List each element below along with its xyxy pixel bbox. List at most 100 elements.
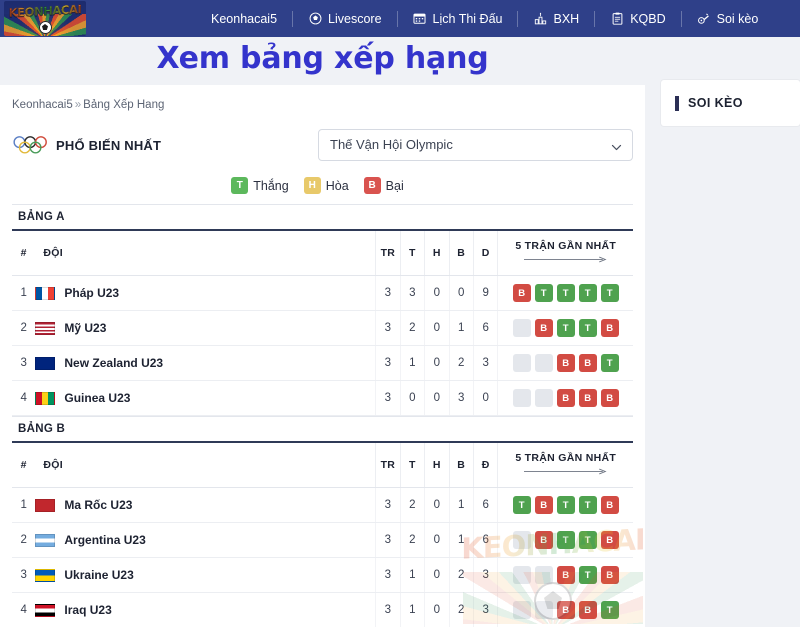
column-header-rank: # bbox=[12, 231, 36, 276]
cell-won: 1 bbox=[399, 557, 425, 593]
right-sidebar: SOI KÈO bbox=[645, 37, 800, 126]
cell-rank: 3 bbox=[12, 345, 36, 381]
team-name: Pháp U23 bbox=[64, 286, 120, 300]
cell-lost: 1 bbox=[448, 522, 474, 558]
cell-recent-form: TBTTB bbox=[497, 487, 633, 523]
tournament-select[interactable]: Thế Vận Hội Olympic bbox=[318, 129, 633, 161]
nav-label: Keonhacai5 bbox=[211, 11, 278, 26]
form-badge-B: B bbox=[556, 354, 575, 372]
cell-team[interactable]: Pháp U23 bbox=[35, 275, 376, 311]
nav-label: KQBD bbox=[630, 11, 666, 26]
cell-won: 1 bbox=[399, 345, 425, 381]
cell-rank: 4 bbox=[12, 592, 36, 627]
cell-recent-form: BBB bbox=[497, 380, 633, 416]
cell-drawn: 0 bbox=[424, 275, 450, 311]
cell-team[interactable]: Guinea U23 bbox=[35, 380, 376, 416]
form-badge-empty bbox=[512, 319, 531, 337]
table-row[interactable]: 3 Ukraine U23 3 1 0 2 3 B T B bbox=[12, 557, 633, 593]
nav-item-bxh[interactable]: BXH bbox=[518, 12, 594, 26]
standings-table: # ĐỘI TR T H B D 5 TRẬN GẦN NHẤT 1 Pháp U23 3 3 0 0 9 B… bbox=[12, 231, 633, 416]
form-badge-empty bbox=[512, 601, 531, 619]
cell-recent-form: BTB bbox=[497, 557, 633, 593]
team-flag-icon bbox=[35, 568, 56, 582]
cell-played: 3 bbox=[375, 557, 401, 593]
cell-won: 0 bbox=[399, 380, 425, 416]
form-badge-B: B bbox=[534, 531, 553, 549]
table-header-row: # ĐỘI TR T H B Đ 5 TRẬN GẦN NHẤT bbox=[12, 443, 633, 488]
column-header-won: T bbox=[399, 231, 425, 276]
column-header-team: ĐỘI bbox=[35, 231, 376, 276]
form-badge-B: B bbox=[534, 496, 553, 514]
team-flag-icon bbox=[35, 603, 56, 617]
standings-tables: BẢNG A # ĐỘI TR T H B D 5 TRẬN GẦN NHẤT 1 Pháp U23… bbox=[0, 204, 645, 627]
team-flag-icon bbox=[35, 286, 56, 300]
cell-won: 3 bbox=[399, 275, 425, 311]
column-header-recent-form: 5 TRẬN GẦN NHẤT bbox=[497, 443, 633, 488]
whistle-icon bbox=[697, 12, 711, 26]
form-badge-B: B bbox=[600, 319, 619, 337]
cell-played: 3 bbox=[375, 522, 401, 558]
form-badge-T: T bbox=[578, 566, 597, 584]
legend-chip-win: T bbox=[231, 177, 249, 194]
nav-item-livescore[interactable]: Livescore bbox=[293, 12, 397, 26]
breadcrumb-home[interactable]: Keonhacai5 bbox=[12, 99, 73, 111]
nav-item-lich-thi-dau[interactable]: Lịch Thi Đấu bbox=[398, 12, 518, 26]
table-row[interactable]: 4 Iraq U23 3 1 0 2 3 B B T bbox=[12, 592, 633, 627]
standings-table: # ĐỘI TR T H B Đ 5 TRẬN GẦN NHẤT 1 Ma Rốc U23 3 2 0 1… bbox=[12, 443, 633, 627]
form-badge-T: T bbox=[556, 496, 575, 514]
nav-links: Keonhacai5 Livescore Lịch Thi Đấu BXH KQ… bbox=[196, 10, 774, 27]
legend-chip-draw: H bbox=[303, 177, 321, 194]
column-header-lost: B bbox=[448, 231, 474, 276]
page-title: Xem bảng xếp hạng bbox=[156, 41, 489, 76]
cell-points: 9 bbox=[472, 275, 498, 311]
cell-lost: 2 bbox=[448, 345, 474, 381]
top-navigation-bar: KEONHACAI Keonhacai5 Livescore Lịch Thi … bbox=[0, 0, 800, 37]
legend-item-draw: H Hòa bbox=[303, 177, 349, 194]
nav-item-kqbd[interactable]: KQBD bbox=[595, 12, 680, 26]
cell-team[interactable]: Argentina U23 bbox=[35, 522, 376, 558]
cell-lost: 2 bbox=[448, 592, 474, 627]
nav-item-keonhacai5[interactable]: Keonhacai5 bbox=[196, 12, 292, 26]
recent-form-label: 5 TRẬN GẦN NHẤT bbox=[515, 240, 617, 252]
form-badge-B: B bbox=[578, 354, 597, 372]
form-badge-T: T bbox=[600, 284, 619, 302]
cell-points: 6 bbox=[472, 487, 498, 523]
cell-team[interactable]: New Zealand U23 bbox=[35, 345, 376, 381]
form-badge-B: B bbox=[512, 284, 531, 302]
table-row[interactable]: 4 Guinea U23 3 0 0 3 0 B B B bbox=[12, 380, 633, 416]
table-row[interactable]: 2 Argentina U23 3 2 0 1 6 B T T B bbox=[12, 522, 633, 558]
cell-rank: 2 bbox=[12, 310, 36, 346]
arrow-right-icon bbox=[517, 466, 615, 478]
form-badge-empty bbox=[512, 531, 531, 549]
cell-points: 3 bbox=[472, 592, 498, 627]
team-name: Mỹ U23 bbox=[64, 321, 107, 335]
cell-team[interactable]: Ma Rốc U23 bbox=[35, 487, 376, 523]
group-title: BẢNG B bbox=[12, 416, 633, 443]
table-row[interactable]: 1 Pháp U23 3 3 0 0 9 B T T T T bbox=[12, 275, 633, 311]
team-name: Iraq U23 bbox=[64, 603, 112, 617]
cell-rank: 1 bbox=[12, 275, 36, 311]
cell-rank: 3 bbox=[12, 557, 36, 593]
site-logo[interactable]: KEONHACAI bbox=[4, 1, 86, 36]
cell-team[interactable]: Iraq U23 bbox=[35, 592, 376, 627]
table-row[interactable]: 2 Mỹ U23 3 2 0 1 6 B T T B bbox=[12, 310, 633, 346]
form-badge-T: T bbox=[556, 531, 575, 549]
table-row[interactable]: 3 New Zealand U23 3 1 0 2 3 B B T bbox=[12, 345, 633, 381]
team-name: Guinea U23 bbox=[64, 391, 131, 405]
soi-keo-title: SOI KÈO bbox=[688, 96, 743, 110]
cell-team[interactable]: Mỹ U23 bbox=[35, 310, 376, 346]
form-badge-T: T bbox=[600, 601, 619, 619]
cell-team[interactable]: Ukraine U23 bbox=[35, 557, 376, 593]
cell-recent-form: BBT bbox=[497, 345, 633, 381]
nav-item-soi-keo[interactable]: Soi kèo bbox=[682, 12, 774, 26]
table-row[interactable]: 1 Ma Rốc U23 3 2 0 1 6 T B T T B bbox=[12, 487, 633, 523]
legend-item-loss: B Bại bbox=[363, 177, 404, 194]
cell-recent-form: BTTTT bbox=[497, 275, 633, 311]
column-header-won: T bbox=[399, 443, 425, 488]
soi-keo-card[interactable]: SOI KÈO bbox=[661, 80, 800, 126]
form-badge-T: T bbox=[556, 319, 575, 337]
team-flag-icon bbox=[35, 356, 56, 370]
form-badge-B: B bbox=[578, 601, 597, 619]
cell-played: 3 bbox=[375, 380, 401, 416]
legend-label-win: Thắng bbox=[253, 178, 289, 193]
